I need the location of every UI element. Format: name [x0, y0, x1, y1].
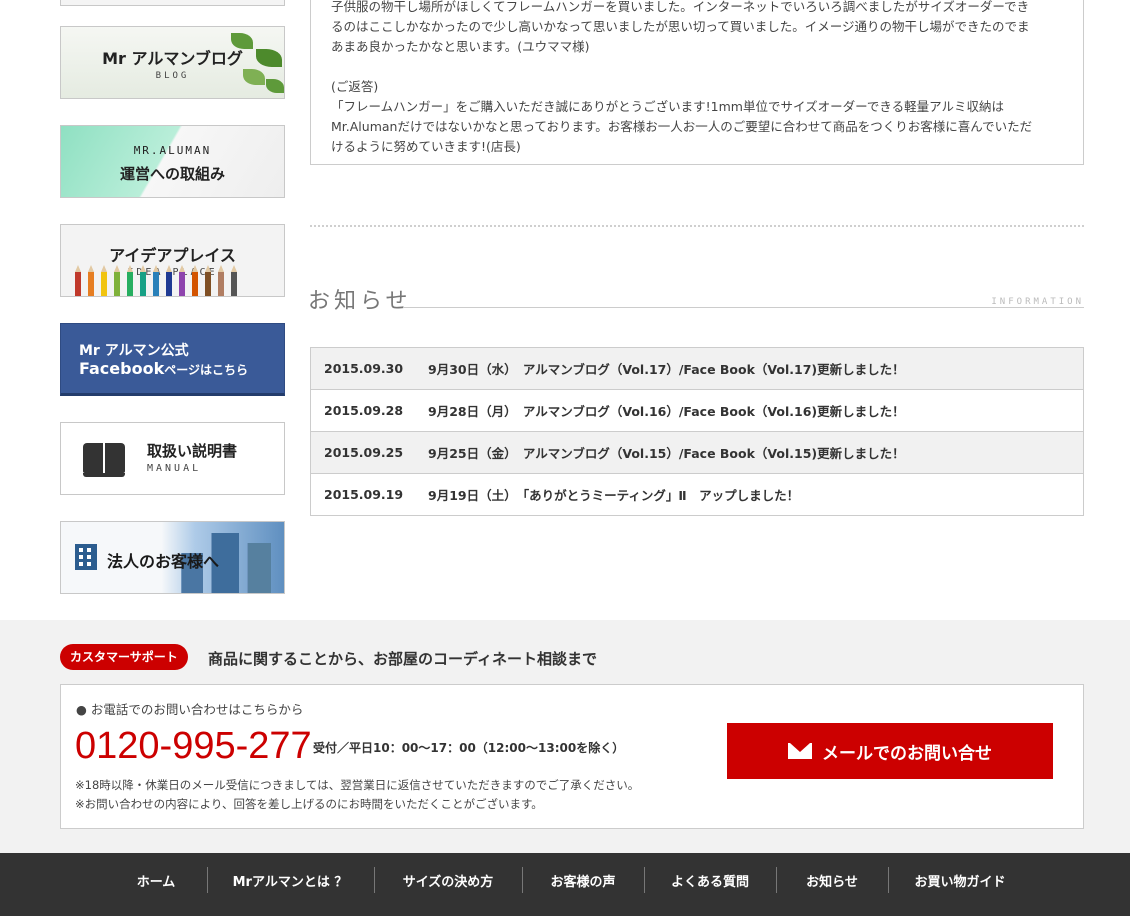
footer-link-sizing[interactable]: サイズの決め方: [381, 867, 515, 893]
building-icon: [75, 544, 97, 570]
news-section-title: お知らせ: [308, 289, 412, 314]
corporate-banner-title: 法人のお客様へ: [107, 552, 220, 571]
footer-divider: [522, 867, 523, 893]
customer-support-section: カスタマーサポート 商品に関することから、お部屋のコーディネート相談まで ● お…: [0, 620, 1130, 853]
facebook-word: Facebook: [79, 359, 165, 378]
footer-divider: [207, 867, 208, 893]
voice-line: あまあ良かったかなと思います。(ユウママ様): [331, 39, 590, 54]
news-text: 9月25日（金） アルマンブログ（Vol.15）/Face Book（Vol.1…: [428, 446, 905, 461]
aluman-banner-subtitle: MR.ALUMAN: [133, 144, 212, 157]
manual-banner-subtitle: MANUAL: [147, 463, 202, 474]
footer-link-home[interactable]: ホーム: [112, 867, 200, 893]
news-date: 2015.09.19: [324, 487, 404, 502]
footer-link-about[interactable]: Mrアルマンとは ？: [214, 867, 366, 893]
footer-link-reviews[interactable]: お客様の声: [529, 867, 637, 893]
news-date: 2015.09.28: [324, 403, 404, 418]
book-icon: [83, 443, 125, 477]
sidebar-banner-previous[interactable]: [60, 0, 285, 6]
reply-label: (ご返答): [331, 79, 379, 94]
email-contact-label: メールでのお問い合せ: [822, 743, 992, 764]
news-title-rule: [403, 307, 1084, 308]
leaf-icon: [266, 79, 284, 93]
idea-banner-title: アイデアプレイス: [109, 246, 236, 265]
footer-nav: ホーム Mrアルマンとは ？ サイズの決め方 お客様の声 よくある質問 お知らせ…: [0, 853, 1130, 916]
footer-divider: [888, 867, 889, 893]
news-item[interactable]: 2015.09.19 9月19日（土） 「ありがとうミーティング」Ⅱ アップしま…: [311, 474, 1083, 516]
voice-line: 子供服の物干し場所がほしくてフレームハンガーを買いました。インターネットでいろい…: [331, 0, 1030, 14]
news-section-subtitle: INFORMATION: [991, 297, 1084, 307]
pencils-illustration: [75, 265, 237, 296]
manual-banner-title: 取扱い説明書: [147, 442, 238, 460]
news-item[interactable]: 2015.09.28 9月28日（月） アルマンブログ（Vol.16）/Face…: [311, 390, 1083, 432]
dotted-divider: [310, 225, 1084, 227]
facebook-banner-line2: Facebookページはこちら: [79, 359, 248, 378]
aluman-initiatives-banner[interactable]: MR.ALUMAN 運営への取組み: [60, 125, 285, 198]
business-hours: 受付／平日10：00〜17：00（12:00〜13:00を除く）: [313, 741, 625, 755]
customer-support-heading: 商品に関することから、お部屋のコーディネート相談まで: [208, 650, 597, 668]
footer-link-shopping-guide[interactable]: お買い物ガイド: [895, 867, 1025, 893]
aluman-banner-title: 運営への取組み: [119, 165, 225, 183]
response-time-note: ※お問い合わせの内容により、回答を差し上げるのにお時間をいただくことがございます…: [75, 797, 543, 811]
footer-divider: [644, 867, 645, 893]
footer-divider: [374, 867, 375, 893]
blog-banner[interactable]: Mr アルマンブログ BLOG: [60, 26, 285, 99]
facebook-banner-line2-rest: ページはこちら: [164, 363, 248, 377]
footer-divider: [776, 867, 777, 893]
manual-banner[interactable]: 取扱い説明書 MANUAL: [60, 422, 285, 495]
envelope-icon: [788, 743, 812, 759]
facebook-banner-line1: Mr アルマン公式: [79, 343, 189, 359]
customer-voice-box: 子供服の物干し場所がほしくてフレームハンガーを買いました。インターネットでいろい…: [310, 0, 1084, 165]
blog-banner-subtitle: BLOG: [155, 71, 190, 81]
footer-link-faq[interactable]: よくある質問: [651, 867, 769, 893]
skyscraper-image: [247, 543, 271, 593]
voice-line: るのはここしかなかったので少し高いかなって思いましたが思い切って買いました。イメ…: [331, 19, 1030, 34]
news-date: 2015.09.30: [324, 361, 404, 376]
phone-number[interactable]: 0120-995-277: [75, 725, 312, 768]
news-text: 9月28日（月） アルマンブログ（Vol.16）/Face Book（Vol.1…: [428, 404, 905, 419]
reply-line: Mr.Alumanだけではないかなと思っております。お客様お一人お一人のご要望に…: [331, 119, 1033, 134]
news-list: 2015.09.30 9月30日（水） アルマンブログ（Vol.17）/Face…: [310, 347, 1084, 516]
phone-contact-lead: ● お電話でのお問い合わせはこちらから: [76, 702, 304, 717]
news-date: 2015.09.25: [324, 445, 404, 460]
news-item[interactable]: 2015.09.30 9月30日（水） アルマンブログ（Vol.17）/Face…: [311, 348, 1083, 390]
reply-line: 「フレームハンガー」をご購入いただき誠にありがとうございます!1mm単位でサイズ…: [331, 99, 1004, 114]
email-reply-note: ※18時以降・休業日のメール受信につきましては、翌営業日に返信させていただきます…: [75, 778, 640, 792]
email-contact-button[interactable]: メールでのお問い合せ: [727, 723, 1053, 779]
footer-link-news[interactable]: お知らせ: [783, 867, 881, 893]
blog-banner-title: Mr アルマンブログ: [102, 49, 243, 68]
news-text: 9月19日（土） 「ありがとうミーティング」Ⅱ アップしました！: [428, 488, 800, 503]
reply-line: けるように努めていきます!(店長): [331, 139, 521, 154]
corporate-banner[interactable]: 法人のお客様へ: [60, 521, 285, 594]
facebook-banner[interactable]: Mr アルマン公式 Facebookページはこちら: [60, 323, 285, 396]
news-item[interactable]: 2015.09.25 9月25日（金） アルマンブログ（Vol.15）/Face…: [311, 432, 1083, 474]
news-text: 9月30日（水） アルマンブログ（Vol.17）/Face Book（Vol.1…: [428, 362, 905, 377]
idea-place-banner[interactable]: アイデアプレイス IDEA PLACE: [60, 224, 285, 297]
customer-support-badge: カスタマーサポート: [60, 644, 188, 670]
contact-box: ● お電話でのお問い合わせはこちらから 0120-995-277 受付／平日10…: [60, 684, 1084, 829]
